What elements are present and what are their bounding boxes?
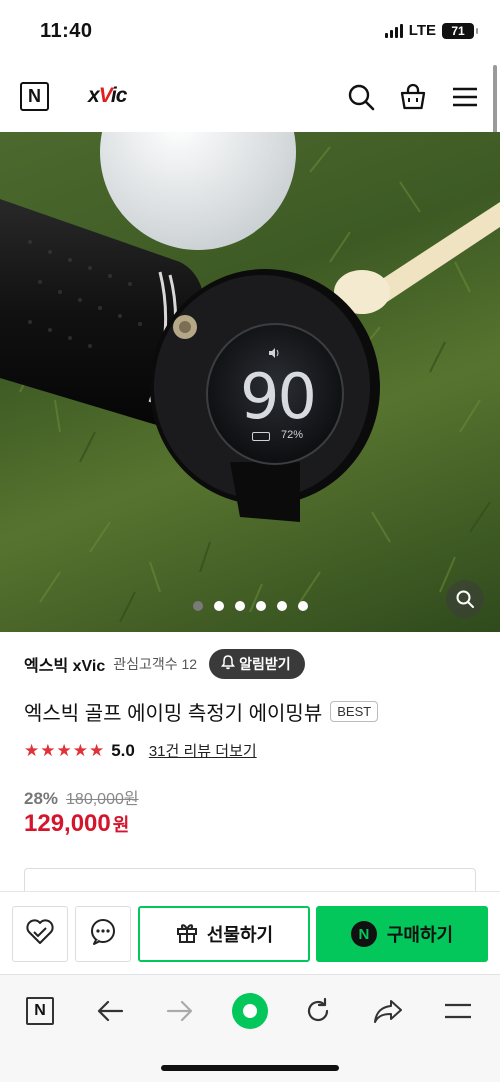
home-indicator[interactable]: [161, 1065, 339, 1071]
alarm-button[interactable]: 알림받기: [209, 649, 305, 679]
clock: 11:40: [40, 20, 93, 42]
status-bar: 11:40 LTE 71: [0, 0, 500, 62]
status-indicators: LTE 71: [384, 22, 478, 39]
sale-price-value: 129,000: [24, 810, 111, 837]
alarm-label: 알림받기: [239, 656, 291, 672]
share-icon[interactable]: [368, 991, 408, 1031]
naver-store-button[interactable]: N: [20, 82, 49, 111]
rating-row: ★★★★★ 5.0 31건 리뷰 더보기: [24, 740, 257, 761]
zoom-icon[interactable]: [446, 580, 484, 618]
bell-plus-icon: [221, 655, 236, 673]
menu-icon[interactable]: [438, 991, 478, 1031]
product-title: 엑스빅 골프 에이밍 측정기 에이밍뷰: [24, 703, 323, 725]
network-label: LTE: [408, 22, 436, 39]
carousel-dot[interactable]: [277, 601, 287, 611]
gift-label: 선물하기: [206, 925, 274, 945]
device-battery-icon: [252, 432, 270, 441]
sale-price: 129,000 원: [24, 810, 129, 838]
rating-score: 5.0: [111, 740, 135, 760]
currency-label: 원: [112, 815, 130, 835]
original-price: 180,000원: [66, 791, 139, 808]
buy-button[interactable]: N 구매하기: [316, 906, 488, 962]
seller-name[interactable]: 엑스빅 xVic: [24, 652, 105, 676]
carousel-dot[interactable]: [256, 601, 266, 611]
chat-button[interactable]: [75, 906, 131, 962]
price-info: 28% 180,000원: [24, 785, 139, 809]
carousel-dot[interactable]: [193, 601, 203, 611]
carousel-indicator[interactable]: [193, 601, 308, 611]
carousel-dot[interactable]: [214, 601, 224, 611]
reload-icon[interactable]: [298, 991, 338, 1031]
device-volume-icon: [269, 348, 281, 358]
home-n-icon[interactable]: N: [20, 991, 60, 1031]
carousel-dot[interactable]: [235, 601, 245, 611]
review-link[interactable]: 31건 리뷰 더보기: [149, 740, 257, 761]
gift-button[interactable]: 선물하기: [138, 906, 310, 962]
carousel-dot[interactable]: [298, 601, 308, 611]
menu-icon[interactable]: [450, 82, 480, 112]
signal-icon: [384, 23, 403, 38]
seller-row: 엑스빅 xVic 관심고객수 12 알림받기: [24, 648, 305, 680]
chat-bubble-icon: [88, 917, 118, 952]
forward-arrow-icon[interactable]: [160, 991, 200, 1031]
best-badge: BEST: [330, 701, 379, 722]
interest-count: 관심고객수 12: [113, 656, 198, 672]
product-title-row: 엑스빅 골프 에이밍 측정기 에이밍뷰 BEST: [24, 697, 379, 726]
device-battery-label: 72%: [281, 429, 304, 441]
discount-rate: 28%: [24, 789, 59, 808]
purchase-action-bar: 선물하기 N 구매하기: [0, 891, 500, 974]
back-arrow-icon[interactable]: [90, 991, 130, 1031]
cart-icon[interactable]: [398, 82, 428, 112]
home-n-label: N: [26, 997, 54, 1025]
buy-label: 구매하기: [386, 925, 454, 945]
logo-part: x: [88, 84, 100, 107]
product-image[interactable]: 90 72%: [0, 132, 500, 632]
header: N xVic: [0, 62, 500, 132]
logo-part-v: V: [98, 84, 112, 107]
star-rating-icon: ★★★★★: [24, 740, 106, 760]
search-icon[interactable]: [346, 82, 376, 112]
heart-check-icon: [25, 918, 55, 951]
battery-icon: 71: [442, 22, 478, 39]
green-dot-icon[interactable]: [230, 991, 270, 1031]
brand-logo[interactable]: xVic: [88, 84, 127, 108]
wishlist-button[interactable]: [12, 906, 68, 962]
gift-icon: [175, 920, 199, 949]
device-reading: 90: [240, 360, 317, 433]
logo-part: ic: [110, 84, 127, 107]
naver-pay-icon: N: [350, 921, 377, 947]
